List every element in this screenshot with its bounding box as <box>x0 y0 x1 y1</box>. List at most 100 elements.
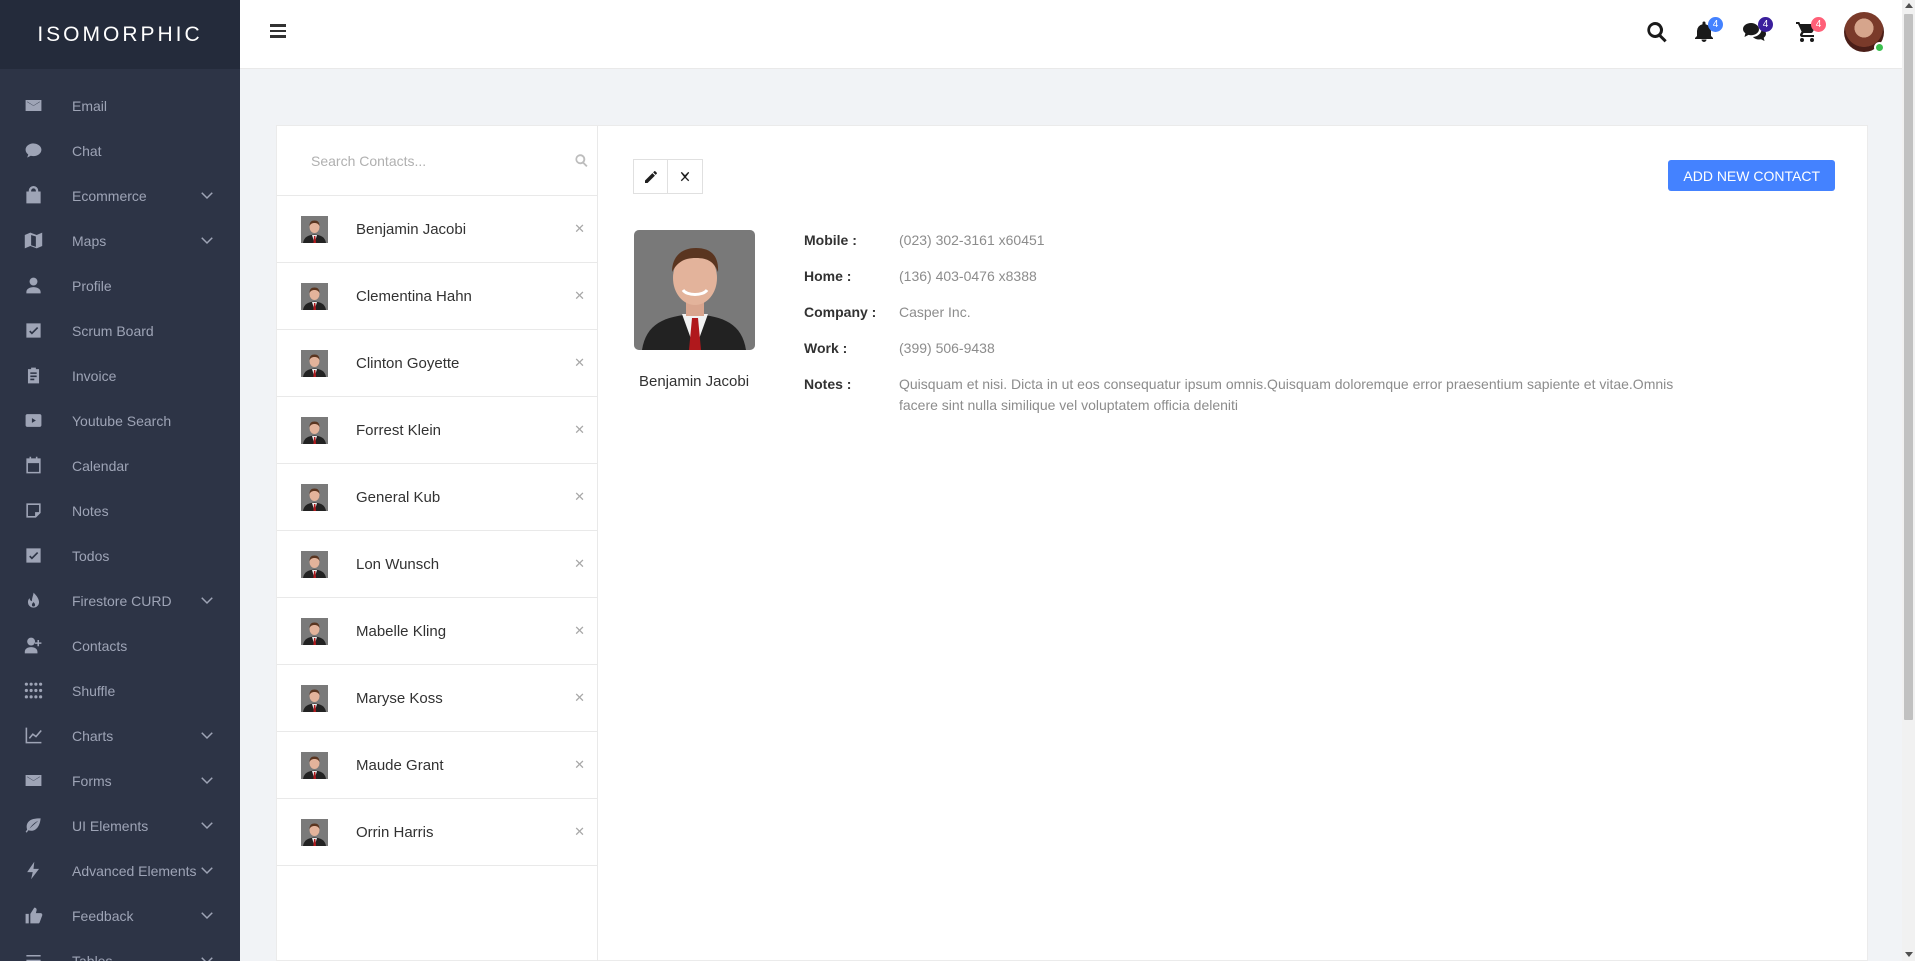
contact-list-item[interactable]: Orrin Harris ✕ <box>277 799 597 866</box>
sidebar-item-firestore-curd[interactable]: Firestore CURD <box>0 578 240 623</box>
contact-field-work: Work : (399) 506-9438 <box>804 338 1699 359</box>
sidebar-item-ecommerce[interactable]: Ecommerce <box>0 173 240 218</box>
sidebar-item-feedback[interactable]: Feedback <box>0 893 240 938</box>
scroll-down-arrow-icon[interactable] <box>1905 952 1913 957</box>
chevron-down-icon <box>198 591 216 609</box>
contact-list-item[interactable]: Maude Grant ✕ <box>277 732 597 799</box>
contact-list-item[interactable]: Clementina Hahn ✕ <box>277 263 597 330</box>
contact-avatar <box>301 550 328 578</box>
contact-search-bar <box>277 126 597 196</box>
user-add-icon <box>22 635 44 657</box>
contact-avatar <box>301 483 328 511</box>
contact-list-item[interactable]: Lon Wunsch ✕ <box>277 531 597 598</box>
search-contacts-input[interactable] <box>311 150 561 172</box>
sidebar-item-label: Chat <box>72 142 102 159</box>
edit-contact-button[interactable] <box>633 159 668 194</box>
hamburger-menu-icon[interactable] <box>270 24 286 40</box>
delete-contact-icon[interactable]: ✕ <box>574 623 585 639</box>
contact-list-name: Clinton Goyette <box>356 354 460 372</box>
sidebar-item-shuffle[interactable]: Shuffle <box>0 668 240 713</box>
sidebar-item-label: Tables <box>72 952 113 961</box>
online-status-dot <box>1874 42 1885 53</box>
close-icon <box>680 171 690 181</box>
scrollbar-thumb[interactable] <box>1904 14 1913 720</box>
delete-contact-icon[interactable]: ✕ <box>574 221 585 237</box>
field-value: (023) 302-3161 x60451 <box>899 232 1045 248</box>
sidebar-item-todos[interactable]: Todos <box>0 533 240 578</box>
field-label: Company : <box>804 304 877 320</box>
search-icon[interactable] <box>574 153 589 168</box>
sidebar-item-charts[interactable]: Charts <box>0 713 240 758</box>
contact-list-item[interactable]: Benjamin Jacobi ✕ <box>277 196 597 263</box>
field-value: (136) 403-0476 x8388 <box>899 268 1037 284</box>
user-icon <box>22 275 44 297</box>
contact-list-name: Orrin Harris <box>356 823 434 841</box>
sidebar-item-maps[interactable]: Maps <box>0 218 240 263</box>
sidebar: ISOMORPHIC Email Chat Ecommerce Maps Profile… <box>0 0 240 961</box>
contact-fields: Mobile : (023) 302-3161 x60451 Home : (136)… <box>804 230 1699 431</box>
delete-contact-icon[interactable]: ✕ <box>574 556 585 572</box>
check-square-icon <box>22 545 44 567</box>
grid-dots-icon <box>22 680 44 702</box>
sidebar-item-label: Forms <box>72 772 112 789</box>
cart-icon[interactable]: 4 <box>1795 17 1826 46</box>
sidebar-item-invoice[interactable]: Invoice <box>0 353 240 398</box>
sidebar-item-label: Invoice <box>72 367 117 384</box>
scroll-up-arrow-icon[interactable] <box>1905 3 1913 8</box>
field-label: Work : <box>804 340 848 356</box>
app-logo[interactable]: ISOMORPHIC <box>0 0 240 69</box>
sidebar-item-email[interactable]: Email <box>0 83 240 128</box>
contact-avatar <box>301 215 328 243</box>
delete-contact-icon[interactable]: ✕ <box>574 288 585 304</box>
sidebar-item-label: Feedback <box>72 907 134 924</box>
sidebar-item-advanced-elements[interactable]: Advanced Elements <box>0 848 240 893</box>
contact-list-item[interactable]: Clinton Goyette ✕ <box>277 330 597 397</box>
contact-list-item[interactable]: Forrest Klein ✕ <box>277 397 597 464</box>
field-value: (399) 506-9438 <box>899 340 995 356</box>
contact-list-name: Lon Wunsch <box>356 555 440 573</box>
sidebar-item-contacts[interactable]: Contacts <box>0 623 240 668</box>
sidebar-item-calendar[interactable]: Calendar <box>0 443 240 488</box>
contact-list-item[interactable]: General Kub ✕ <box>277 464 597 531</box>
page-scrollbar[interactable] <box>1902 0 1915 961</box>
topbar: 4 4 4 <box>240 0 1902 69</box>
search-icon[interactable] <box>1645 20 1671 46</box>
notifications-bell-icon[interactable]: 4 <box>1692 17 1723 46</box>
delete-contact-icon[interactable]: ✕ <box>574 422 585 438</box>
delete-contact-icon[interactable]: ✕ <box>574 690 585 706</box>
close-contact-button[interactable] <box>668 159 703 194</box>
sidebar-item-label: Email <box>72 97 108 114</box>
chevron-down-icon <box>198 726 216 744</box>
delete-contact-icon[interactable]: ✕ <box>574 355 585 371</box>
contact-list-item[interactable]: Mabelle Kling ✕ <box>277 598 597 665</box>
sidebar-item-scrum-board[interactable]: Scrum Board <box>0 308 240 353</box>
delete-contact-icon[interactable]: ✕ <box>574 824 585 840</box>
sidebar-item-profile[interactable]: Profile <box>0 263 240 308</box>
sidebar-item-forms[interactable]: Forms <box>0 758 240 803</box>
contact-list-name: Maryse Koss <box>356 689 443 707</box>
contact-photo <box>634 230 755 350</box>
flame-icon <box>22 590 44 612</box>
contact-field-home: Home : (136) 403-0476 x8388 <box>804 266 1699 287</box>
sidebar-item-notes[interactable]: Notes <box>0 488 240 533</box>
add-new-contact-button[interactable]: ADD NEW CONTACT <box>1668 160 1835 191</box>
sidebar-item-chat[interactable]: Chat <box>0 128 240 173</box>
delete-contact-icon[interactable]: ✕ <box>574 757 585 773</box>
sidebar-item-ui-elements[interactable]: UI Elements <box>0 803 240 848</box>
sidebar-item-tables[interactable]: Tables <box>0 938 240 961</box>
messages-icon[interactable]: 4 <box>1742 17 1773 46</box>
calendar-icon <box>22 455 44 477</box>
sidebar-item-label: Charts <box>72 727 114 744</box>
contact-list-item[interactable]: Maryse Koss ✕ <box>277 665 597 732</box>
delete-contact-icon[interactable]: ✕ <box>574 489 585 505</box>
sidebar-item-label: Profile <box>72 277 112 294</box>
contact-avatar <box>301 617 328 645</box>
sidebar-item-label: Scrum Board <box>72 322 154 339</box>
chevron-down-icon <box>198 231 216 249</box>
chat-bubble-icon <box>22 140 44 162</box>
sidebar-item-youtube-search[interactable]: Youtube Search <box>0 398 240 443</box>
user-avatar[interactable] <box>1844 12 1885 53</box>
contact-avatar <box>301 818 328 846</box>
sidebar-item-label: Todos <box>72 547 110 564</box>
line-chart-icon <box>22 725 44 747</box>
